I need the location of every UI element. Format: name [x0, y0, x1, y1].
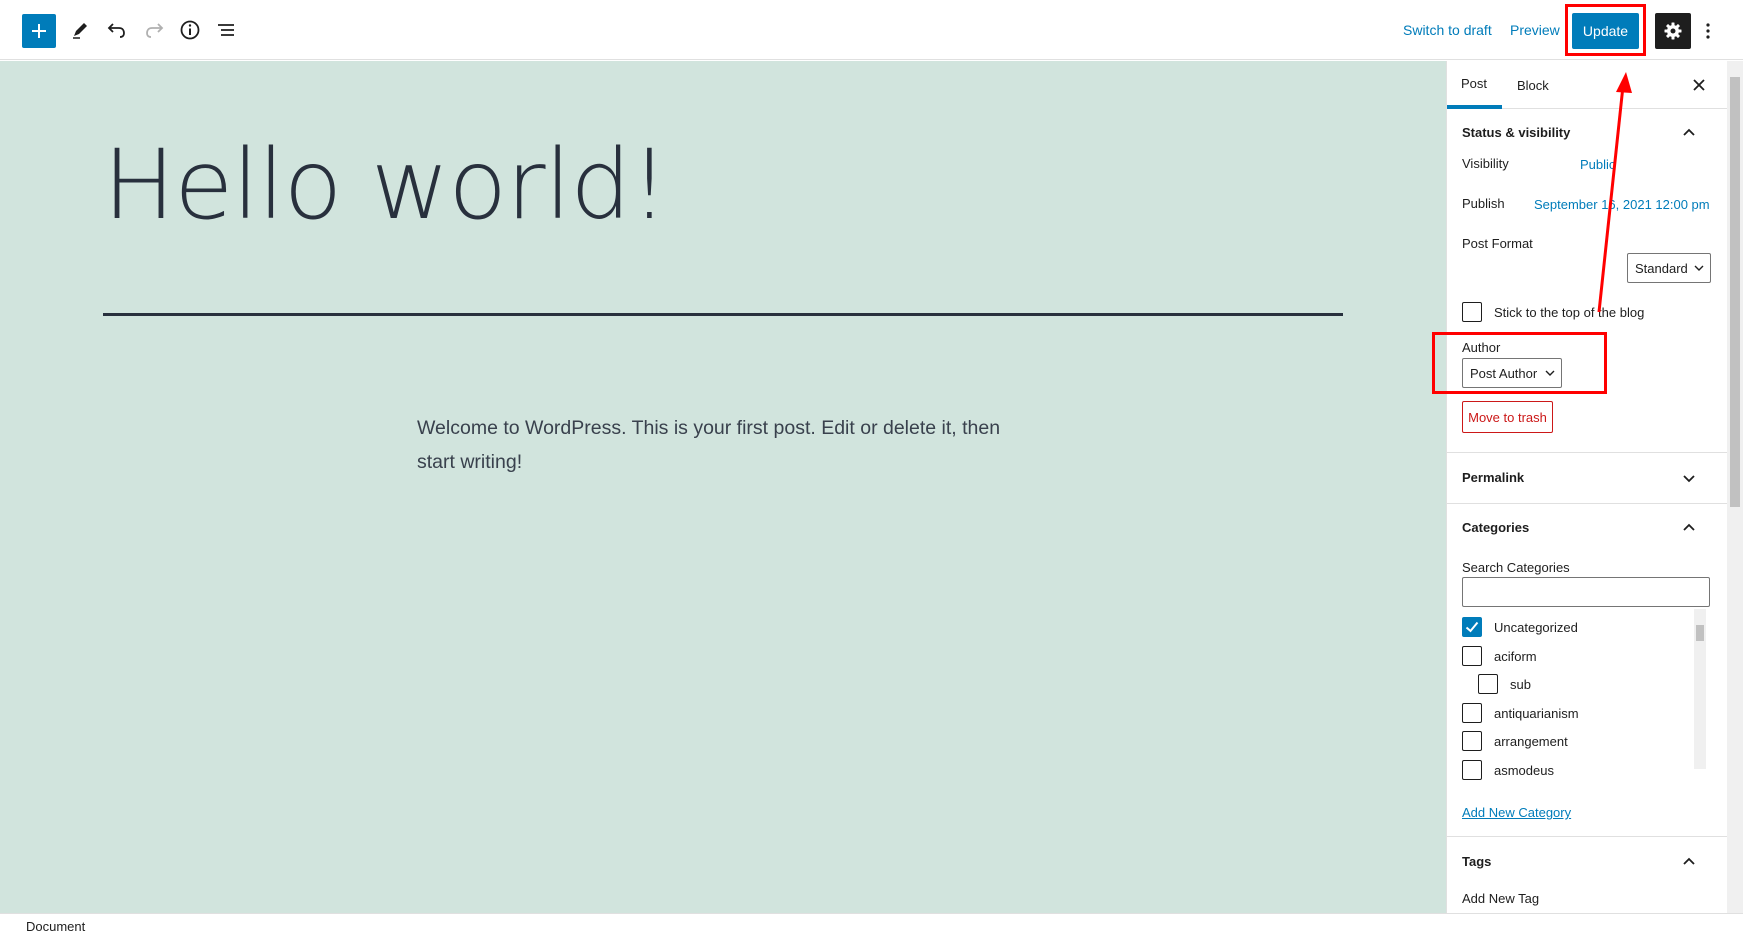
categories-panel-toggle[interactable]: Categories — [1447, 518, 1727, 538]
tools-button[interactable] — [62, 12, 98, 48]
chevron-down-icon — [1694, 265, 1704, 271]
tab-post[interactable]: Post — [1447, 61, 1502, 109]
move-to-trash-button[interactable]: Move to trash — [1462, 401, 1553, 433]
search-categories-label: Search Categories — [1462, 560, 1570, 575]
category-checkbox-uncategorized[interactable] — [1462, 617, 1482, 637]
category-checkbox-antiquarianism[interactable] — [1462, 703, 1482, 723]
undo-button[interactable] — [99, 12, 135, 48]
post-title[interactable]: Hello world! — [103, 129, 669, 241]
details-button[interactable] — [172, 12, 208, 48]
category-checkbox-asmodeus[interactable] — [1462, 760, 1482, 780]
plus-icon — [32, 24, 46, 38]
separator-block[interactable] — [103, 313, 1343, 316]
undo-icon — [107, 23, 125, 38]
tab-block[interactable]: Block — [1517, 61, 1562, 109]
sidebar-tabs: Post Block — [1447, 61, 1727, 109]
breadcrumb-document[interactable]: Document — [26, 919, 85, 934]
status-visibility-panel-toggle[interactable]: Status & visibility — [1447, 123, 1727, 143]
scrollbar-thumb[interactable] — [1696, 625, 1704, 641]
info-icon — [180, 20, 200, 40]
categories-scrollbar[interactable] — [1694, 609, 1706, 769]
category-label: antiquarianism — [1494, 706, 1579, 721]
update-highlight-box — [1565, 4, 1646, 56]
visibility-label: Visibility — [1462, 156, 1509, 171]
post-format-select[interactable]: Standard — [1627, 253, 1711, 283]
editor-toolbar: Switch to draft Preview Update — [0, 0, 1743, 60]
add-new-category-link[interactable]: Add New Category — [1462, 805, 1571, 820]
add-block-button[interactable] — [22, 14, 56, 48]
paragraph-block[interactable]: Welcome to WordPress. This is your first… — [417, 411, 1037, 479]
tags-panel-toggle[interactable]: Tags — [1447, 852, 1727, 872]
chevron-up-icon — [1683, 128, 1695, 136]
checkmark-icon — [1465, 621, 1479, 633]
category-checkbox-arrangement[interactable] — [1462, 731, 1482, 751]
category-checkbox-sub[interactable] — [1478, 674, 1498, 694]
author-highlight-box — [1432, 332, 1607, 394]
chevron-down-icon — [1683, 475, 1695, 483]
settings-sidebar: Post Block Status & visibility Visibilit… — [1446, 61, 1727, 913]
sidebar-scrollbar[interactable] — [1727, 61, 1743, 913]
panel-title: Categories — [1462, 520, 1530, 535]
search-categories-input[interactable] — [1462, 577, 1710, 607]
list-view-button[interactable] — [208, 12, 244, 48]
category-label: Uncategorized — [1494, 620, 1578, 635]
gear-icon — [1664, 22, 1682, 40]
category-label: arrangement — [1494, 734, 1568, 749]
list-view-icon — [218, 24, 234, 36]
post-format-label: Post Format — [1462, 236, 1533, 251]
preview-button[interactable]: Preview — [1510, 22, 1560, 38]
panel-divider — [1447, 503, 1727, 504]
editor-footer: Document — [0, 913, 1743, 937]
panel-divider — [1447, 452, 1727, 453]
chevron-up-icon — [1683, 523, 1695, 531]
category-checkbox-aciform[interactable] — [1462, 646, 1482, 666]
redo-button[interactable] — [136, 12, 172, 48]
publish-date-toggle[interactable]: September 16, 2021 12:00 pm — [1534, 197, 1710, 212]
category-label: asmodeus — [1494, 763, 1554, 778]
chevron-up-icon — [1683, 857, 1695, 865]
category-label: sub — [1510, 677, 1531, 692]
panel-title: Status & visibility — [1462, 125, 1571, 140]
visibility-toggle[interactable]: Public — [1580, 157, 1615, 172]
close-sidebar-button[interactable] — [1687, 73, 1711, 97]
panel-title: Permalink — [1462, 470, 1525, 485]
close-icon — [1693, 79, 1705, 91]
redo-icon — [146, 23, 164, 38]
panel-title: Tags — [1462, 854, 1492, 869]
pencil-icon — [73, 23, 87, 39]
sticky-label: Stick to the top of the blog — [1494, 305, 1645, 320]
sticky-checkbox[interactable] — [1462, 302, 1482, 322]
more-vertical-icon — [1706, 23, 1710, 39]
add-new-tag-label: Add New Tag — [1462, 891, 1540, 906]
scrollbar-thumb[interactable] — [1730, 77, 1740, 507]
publish-label: Publish — [1462, 196, 1505, 211]
options-menu-button[interactable] — [1698, 13, 1718, 49]
panel-divider — [1447, 836, 1727, 837]
category-label: aciform — [1494, 649, 1537, 664]
permalink-panel-toggle[interactable]: Permalink — [1447, 468, 1727, 488]
switch-to-draft-button[interactable]: Switch to draft — [1403, 22, 1492, 38]
settings-button[interactable] — [1655, 13, 1691, 49]
editor-canvas[interactable]: Hello world! Welcome to WordPress. This … — [0, 61, 1446, 913]
